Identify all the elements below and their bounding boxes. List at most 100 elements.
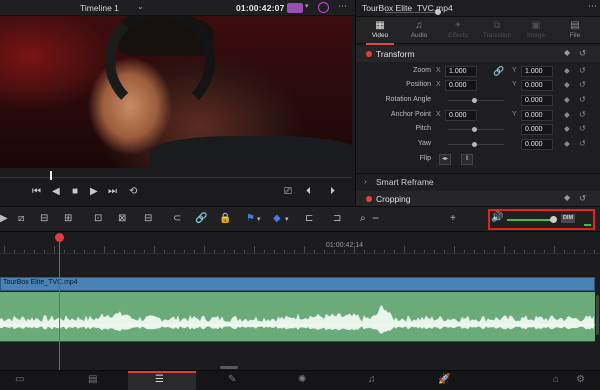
overwrite-clip-icon[interactable]: ⊡ — [94, 213, 102, 224]
marker-icon[interactable]: ◆ — [273, 213, 281, 224]
yaw-field[interactable]: 0.000 — [521, 139, 553, 150]
pitch-field[interactable]: 0.000 — [521, 124, 553, 135]
reset-icon[interactable]: ↺ — [579, 48, 586, 59]
lock-icon[interactable]: 🔒 — [219, 213, 231, 224]
insert-clip-icon[interactable]: ⊞ — [64, 213, 72, 224]
timeline-zoom-slider[interactable] — [385, 9, 441, 15]
rotation-field[interactable]: 0.000 — [521, 95, 553, 106]
slider-knob[interactable] — [550, 216, 557, 223]
tab-video[interactable]: ▦ Video — [360, 17, 400, 45]
playhead[interactable] — [59, 238, 60, 370]
step-back-icon[interactable]: ◀ — [52, 186, 60, 197]
blade-tool-icon[interactable]: ⧄ — [18, 213, 24, 224]
slider-knob[interactable] — [472, 127, 477, 132]
reset-icon[interactable]: ↺ — [579, 124, 586, 133]
position-y-field[interactable]: 0.000 — [521, 80, 553, 91]
video-clip[interactable] — [0, 277, 595, 291]
audio-volume-slider[interactable] — [507, 216, 557, 223]
zoom-full-icon[interactable]: ⊏ — [305, 213, 313, 224]
video-viewer[interactable] — [0, 16, 352, 168]
zoom-out-icon[interactable]: − — [372, 211, 379, 225]
reset-icon[interactable]: ↺ — [579, 110, 586, 119]
transform-section-header[interactable]: Transform ◆ ↺ — [356, 46, 600, 62]
viewer-mode-icon[interactable] — [287, 3, 303, 13]
selection-tool-icon[interactable]: ▶ — [0, 213, 8, 224]
keyframe-icon[interactable]: ◆ — [564, 95, 570, 104]
prev-edit-icon[interactable]: ⏴ — [306, 186, 311, 197]
keyframe-icon[interactable]: ◆ — [564, 110, 570, 119]
color-viewer-icon[interactable] — [318, 2, 329, 13]
reset-icon[interactable]: ↺ — [579, 95, 586, 104]
slider-knob[interactable] — [435, 9, 441, 15]
anchor-y-field[interactable]: 0.000 — [521, 110, 553, 121]
horizontal-scrollbar[interactable] — [220, 366, 238, 369]
deliver-icon[interactable]: 🚀 — [438, 374, 450, 385]
settings-gear-icon[interactable]: ⚙ — [576, 374, 585, 385]
cut-icon[interactable]: ▤ — [88, 374, 97, 385]
flip-vertical-icon[interactable]: ⇕ — [461, 154, 473, 165]
replace-clip-icon[interactable]: ⊠ — [118, 213, 126, 224]
enable-toggle[interactable] — [366, 196, 372, 202]
tab-file[interactable]: ▤ File — [555, 17, 595, 45]
play-icon[interactable]: ▶ — [90, 186, 98, 197]
chevron-down-icon[interactable]: ▾ — [285, 215, 289, 223]
chevron-down-icon[interactable]: ▾ — [305, 2, 309, 10]
fairlight-icon[interactable]: ♫ — [368, 374, 376, 385]
stop-icon[interactable]: ■ — [72, 186, 78, 197]
dim-button[interactable]: DIM — [561, 214, 575, 223]
trim-tool-icon[interactable]: ⊟ — [40, 213, 48, 224]
cropping-section-header[interactable]: Cropping ◆ ↺ — [356, 191, 600, 207]
speaker-icon[interactable]: 🔊 — [491, 212, 503, 223]
tab-effects[interactable]: ✦ Effects — [438, 17, 478, 45]
media-icon[interactable]: ▭ — [15, 374, 24, 385]
next-edit-icon[interactable]: ⏵ — [330, 186, 335, 197]
reset-icon[interactable]: ↺ — [579, 66, 586, 75]
loop-icon[interactable]: ⟲ — [129, 186, 137, 197]
snapping-icon[interactable]: ⊂ — [173, 213, 181, 224]
smart-reframe-section[interactable]: › Smart Reframe — [356, 173, 600, 189]
scrubber-track[interactable] — [0, 177, 352, 178]
more-options-icon[interactable]: ⋯ — [588, 1, 597, 12]
flag-icon[interactable]: ⚑ — [246, 213, 255, 224]
vertical-scrollbar[interactable] — [596, 295, 599, 335]
anchor-x-field[interactable]: 0.000 — [445, 110, 477, 121]
place-on-top-icon[interactable]: ⊟ — [144, 213, 152, 224]
color-icon[interactable]: ✺ — [298, 374, 306, 385]
fusion-icon[interactable]: ✎ — [228, 374, 236, 385]
timeline-ruler[interactable] — [0, 232, 600, 254]
slider-knob[interactable] — [472, 98, 477, 103]
reset-icon[interactable]: ↺ — [579, 80, 586, 89]
tab-image[interactable]: ▣ Image — [516, 17, 556, 45]
zoom-detail-icon[interactable]: ⊐ — [333, 213, 341, 224]
keyframe-icon[interactable]: ◆ — [564, 80, 570, 89]
edit-icon[interactable]: ☰ — [155, 374, 164, 385]
reset-icon[interactable]: ↺ — [579, 139, 586, 148]
keyframe-icon[interactable]: ◆ — [564, 139, 570, 148]
tab-transition[interactable]: ⧉ Transition — [477, 17, 517, 45]
home-icon[interactable]: ⌂ — [553, 374, 559, 385]
pitch-slider[interactable] — [448, 127, 504, 132]
zoom-in-icon[interactable]: + — [450, 213, 456, 224]
chevron-down-icon[interactable]: ⌄ — [137, 2, 144, 11]
rotation-slider[interactable] — [448, 98, 504, 103]
keyframe-icon[interactable]: ◆ — [564, 48, 570, 57]
skip-to-end-icon[interactable]: ⏭ — [108, 186, 117, 197]
keyframe-icon[interactable]: ◆ — [564, 124, 570, 133]
keyframe-icon[interactable]: ◆ — [564, 66, 570, 75]
flip-horizontal-icon[interactable]: ◂▸ — [439, 154, 451, 165]
scrubber-handle[interactable] — [50, 171, 52, 180]
reset-icon[interactable]: ↺ — [579, 193, 586, 204]
slider-knob[interactable] — [472, 142, 477, 147]
tab-audio[interactable]: ♫ Audio — [399, 17, 439, 45]
timeline-name[interactable]: Timeline 1 — [80, 3, 119, 13]
more-options-icon[interactable]: ⋯ — [338, 1, 347, 12]
link-icon[interactable]: 🔗 — [493, 66, 504, 77]
match-frame-icon[interactable]: ⎚ — [284, 186, 292, 197]
position-x-field[interactable]: 0.000 — [445, 80, 477, 91]
yaw-slider[interactable] — [448, 142, 504, 147]
skip-to-start-icon[interactable]: ⏮ — [32, 186, 41, 197]
enable-toggle[interactable] — [366, 51, 372, 57]
viewer-scrubber[interactable] — [0, 168, 352, 182]
keyframe-icon[interactable]: ◆ — [564, 193, 570, 202]
zoom-custom-icon[interactable]: ⌕ — [360, 213, 366, 224]
